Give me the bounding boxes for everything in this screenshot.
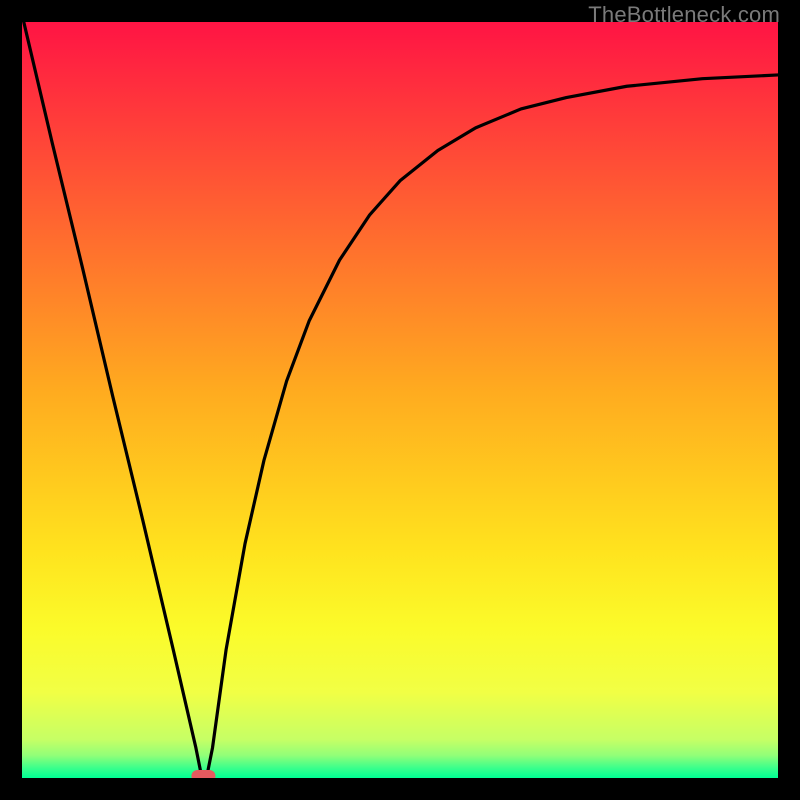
chart-frame [22, 22, 778, 778]
gradient-background [22, 22, 778, 778]
optimal-marker [191, 770, 215, 778]
bottleneck-chart [22, 22, 778, 778]
